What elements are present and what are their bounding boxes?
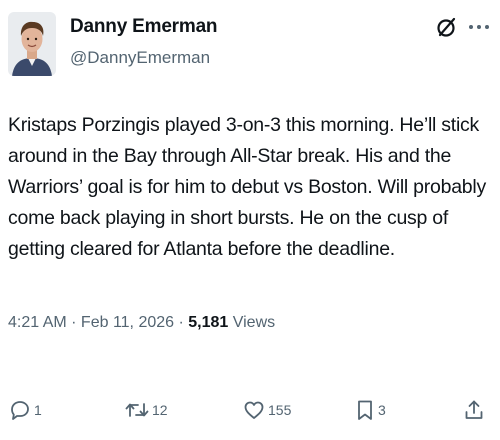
action-bar: 1 12 155 3 (0, 392, 500, 432)
tweet-card: Danny Emerman @DannyEmerman Kristaps Por… (0, 0, 500, 440)
share-button[interactable] (462, 392, 486, 428)
tweet-meta: 4:21 AM · Feb 11, 2026 · 5,181 Views (8, 314, 275, 332)
repost-button[interactable]: 12 (124, 392, 168, 428)
repost-count: 12 (152, 402, 168, 418)
like-button[interactable]: 155 (242, 392, 291, 428)
bookmark-icon (354, 398, 376, 422)
reply-count: 1 (34, 402, 42, 418)
tweet-text: Kristaps Porzingis played 3-on-3 this mo… (8, 114, 486, 260)
bookmark-count: 3 (378, 402, 386, 418)
author-name[interactable]: Danny Emerman (70, 16, 218, 38)
more-icon[interactable] (466, 16, 492, 38)
reply-icon (8, 398, 32, 422)
meta-separator: · (66, 314, 81, 331)
tweet-time[interactable]: 4:21 AM (8, 314, 67, 331)
views-label: Views (228, 314, 276, 331)
author-handle[interactable]: @DannyEmerman (70, 48, 210, 68)
repost-icon (124, 398, 150, 422)
grok-icon[interactable] (436, 16, 458, 38)
reply-button[interactable]: 1 (8, 392, 42, 428)
heart-icon (242, 398, 266, 422)
meta-separator: · (174, 314, 189, 331)
avatar[interactable] (8, 12, 56, 76)
like-count: 155 (268, 402, 292, 418)
tweet-date[interactable]: Feb 11, 2026 (81, 314, 174, 331)
share-icon (462, 398, 486, 422)
bookmark-button[interactable]: 3 (354, 392, 386, 428)
views-count: 5,181 (188, 314, 229, 331)
